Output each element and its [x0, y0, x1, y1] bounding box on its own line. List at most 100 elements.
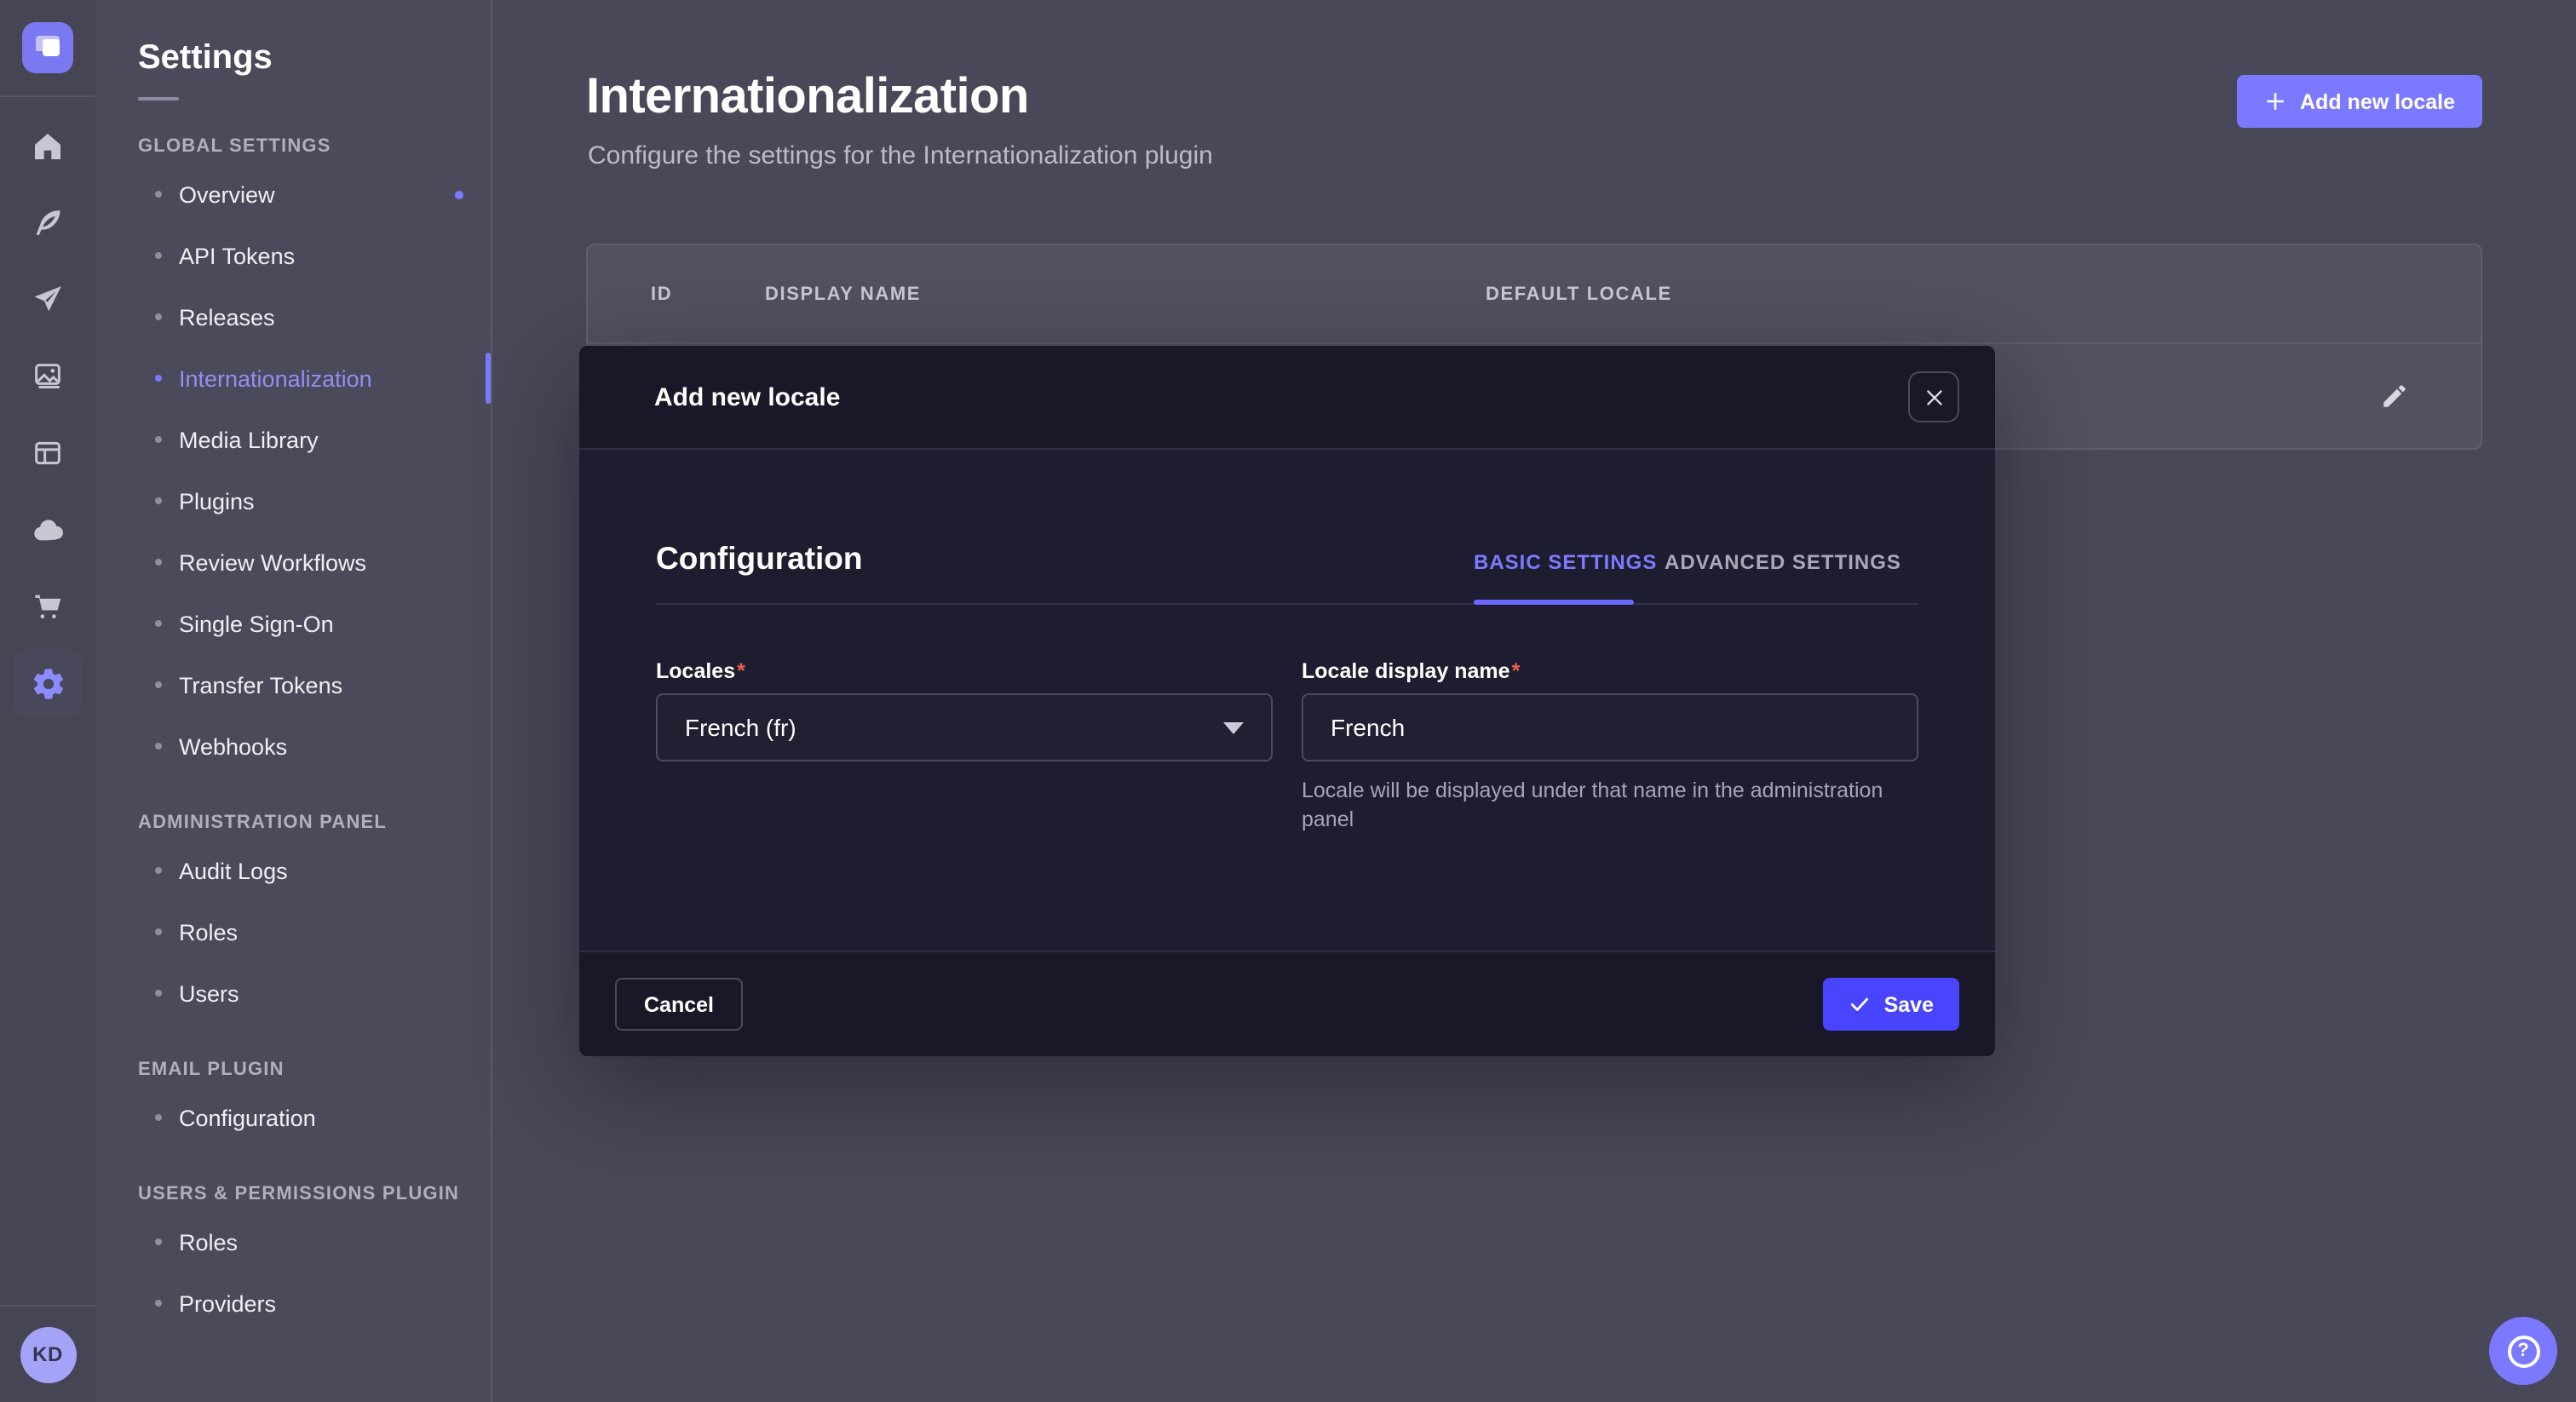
sidebar-item-transfer-tokens[interactable]: Transfer Tokens [95, 654, 491, 715]
tab-basic-settings[interactable]: BASIC SETTINGS [1474, 550, 1657, 574]
sidebar-item-releases[interactable]: Releases [95, 286, 491, 348]
locales-label-text: Locales [656, 659, 735, 683]
bullet-icon [155, 990, 162, 997]
bullet-icon [155, 191, 162, 198]
modal-section-title: Configuration [656, 540, 863, 577]
bullet-icon [155, 497, 162, 504]
bullet-icon [155, 313, 162, 320]
layout-icon[interactable] [14, 419, 82, 487]
sidebar-item-internationalization[interactable]: Internationalization [95, 348, 491, 409]
locale-display-name-input[interactable] [1302, 693, 1918, 761]
cancel-button[interactable]: Cancel [615, 978, 743, 1031]
overview-notification-dot [455, 190, 463, 198]
bullet-icon [155, 1114, 162, 1121]
section-label-email-plugin: EMAIL PLUGIN [138, 1060, 491, 1080]
sidebar-item-review-workflows[interactable]: Review Workflows [95, 531, 491, 593]
cloud-icon[interactable] [14, 496, 82, 564]
settings-sidebar: Settings GLOBAL SETTINGS Overview API To… [95, 0, 492, 1402]
add-new-locale-modal: Add new locale Configuration BASIC SETTI… [579, 346, 1995, 1056]
sidebar-item-label: Roles [179, 919, 238, 945]
close-icon [1923, 386, 1945, 408]
check-icon [1849, 993, 1871, 1015]
sidebar-item-api-tokens[interactable]: API Tokens [95, 225, 491, 286]
plus-icon [2264, 90, 2286, 112]
workspace-logo-button[interactable] [0, 0, 95, 97]
column-header-id: ID [651, 284, 672, 305]
feather-icon[interactable] [14, 189, 82, 257]
edit-locale-button[interactable] [2378, 382, 2409, 412]
sidebar-item-label: Plugins [179, 488, 255, 514]
locales-select-value: French (fr) [685, 714, 796, 741]
sidebar-item-label: Roles [179, 1229, 238, 1255]
column-header-default-locale: DEFAULT LOCALE [1486, 284, 1672, 305]
active-item-indicator [486, 353, 491, 404]
sidebar-item-up-roles[interactable]: Roles [95, 1211, 491, 1273]
sidebar-item-label: Single Sign-On [179, 611, 334, 636]
sidebar-item-overview[interactable]: Overview [95, 164, 491, 225]
home-icon[interactable] [14, 112, 82, 181]
paper-plane-icon[interactable] [14, 266, 82, 334]
sidebar-item-label: Media Library [179, 427, 319, 452]
bullet-icon [155, 1238, 162, 1245]
sidebar-item-label: Users [179, 980, 239, 1006]
nav-rail: KD [0, 0, 95, 1402]
sidebar-item-label: Webhooks [179, 733, 287, 759]
bullet-icon [155, 620, 162, 627]
add-new-locale-label: Add new locale [2300, 89, 2455, 113]
sidebar-item-label: Internationalization [179, 365, 372, 391]
sidebar-item-webhooks[interactable]: Webhooks [95, 715, 491, 777]
sidebar-item-media-library[interactable]: Media Library [95, 409, 491, 470]
bullet-icon [155, 928, 162, 935]
strapi-logo [22, 22, 73, 73]
media-library-icon[interactable] [14, 342, 82, 411]
help-button[interactable]: ? [2489, 1317, 2557, 1385]
bullet-icon [155, 252, 162, 259]
settings-gear-icon[interactable] [14, 649, 82, 717]
required-asterisk: * [737, 659, 745, 683]
sidebar-item-single-sign-on[interactable]: Single Sign-On [95, 593, 491, 654]
display-name-hint: Locale will be displayed under that name… [1302, 777, 1932, 835]
tabs-divider [656, 603, 1918, 605]
bullet-icon [155, 1300, 162, 1307]
sidebar-item-label: Configuration [179, 1105, 316, 1130]
modal-title: Add new locale [654, 382, 840, 411]
sidebar-item-admin-roles[interactable]: Roles [95, 901, 491, 962]
modal-close-button[interactable] [1908, 371, 1959, 422]
column-header-display-name: DISPLAY NAME [765, 284, 921, 305]
app-screen: KD Settings GLOBAL SETTINGS Overview API… [0, 0, 2576, 1402]
bullet-icon [155, 375, 162, 382]
section-label-administration-panel: ADMINISTRATION PANEL [138, 813, 491, 833]
cart-icon[interactable] [14, 572, 82, 641]
active-tab-underline [1474, 600, 1634, 605]
sidebar-item-up-providers[interactable]: Providers [95, 1273, 491, 1334]
add-new-locale-button[interactable]: Add new locale [2237, 75, 2482, 128]
bullet-icon [155, 436, 162, 443]
sidebar-item-label: Providers [179, 1290, 276, 1316]
display-name-label-text: Locale display name [1302, 659, 1510, 683]
save-button-label: Save [1884, 992, 1934, 1016]
sidebar-item-email-configuration[interactable]: Configuration [95, 1087, 491, 1148]
table-row-divider [588, 342, 2481, 344]
section-label-users-permissions-plugin: USERS & PERMISSIONS PLUGIN [138, 1184, 491, 1204]
bullet-icon [155, 559, 162, 566]
save-button[interactable]: Save [1823, 978, 1959, 1031]
user-avatar[interactable]: KD [20, 1326, 76, 1382]
help-icon: ? [2507, 1335, 2539, 1367]
sidebar-item-audit-logs[interactable]: Audit Logs [95, 840, 491, 901]
bullet-icon [155, 867, 162, 874]
locales-field-label: Locales* [656, 659, 745, 683]
sidebar-item-label: Audit Logs [179, 858, 288, 883]
sidebar-item-admin-users[interactable]: Users [95, 962, 491, 1024]
section-label-global-settings: GLOBAL SETTINGS [138, 136, 491, 157]
locales-table-header: ID DISPLAY NAME DEFAULT LOCALE [588, 245, 2481, 342]
modal-footer: Cancel Save [579, 951, 1995, 1056]
sidebar-title-rule [138, 97, 179, 101]
sidebar-title: Settings [95, 0, 491, 78]
tab-advanced-settings[interactable]: ADVANCED SETTINGS [1665, 550, 1901, 574]
sidebar-item-label: API Tokens [179, 243, 295, 268]
locales-select[interactable]: French (fr) [656, 693, 1273, 761]
sidebar-item-label: Review Workflows [179, 549, 366, 575]
bullet-icon [155, 681, 162, 688]
sidebar-item-plugins[interactable]: Plugins [95, 470, 491, 531]
sidebar-item-label: Releases [179, 304, 275, 330]
